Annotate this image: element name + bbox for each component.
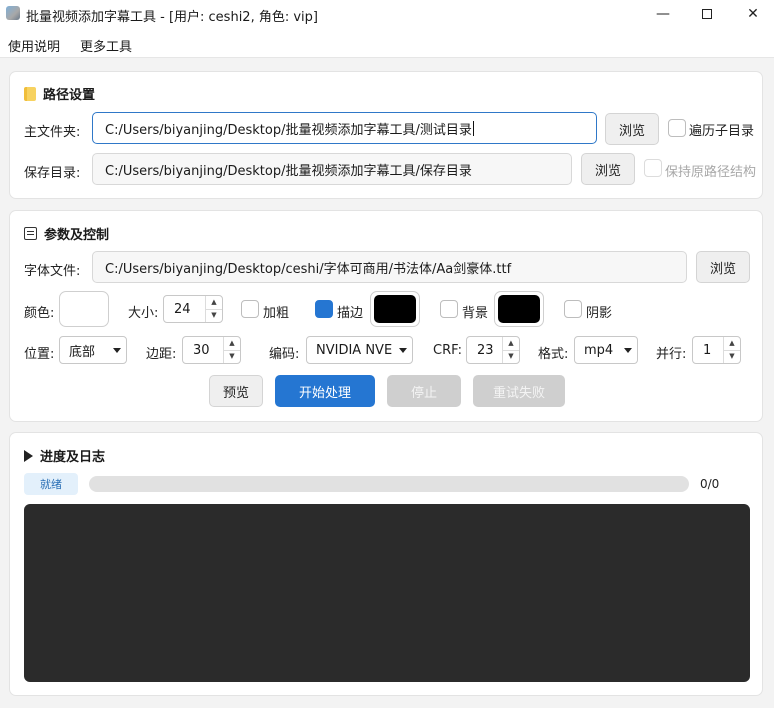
save-dir-input[interactable]: C:/Users/biyanjing/Desktop/批量视频添加字幕工具/保存… xyxy=(92,153,572,185)
save-dir-value: C:/Users/biyanjing/Desktop/批量视频添加字幕工具/保存… xyxy=(105,163,472,179)
outline-label: 描边 xyxy=(337,306,364,321)
recurse-subdirs-label: 遍历子目录 xyxy=(689,124,755,139)
main-folder-browse-button[interactable]: 浏览 xyxy=(605,113,659,145)
codec-select[interactable]: NVIDIA NVE xyxy=(306,336,413,364)
spin-up-icon[interactable]: ▲ xyxy=(206,296,222,309)
chevron-down-icon xyxy=(399,348,407,353)
text-color-swatch[interactable] xyxy=(59,291,109,327)
status-badge: 就绪 xyxy=(24,473,78,495)
start-button[interactable]: 开始处理 xyxy=(275,375,375,407)
format-label: 格式: xyxy=(538,347,569,362)
position-value: 底部 xyxy=(69,344,96,360)
background-checkbox[interactable] xyxy=(440,300,458,318)
parallel-label: 并行: xyxy=(656,347,687,362)
menu-bar: 使用说明 更多工具 xyxy=(0,28,774,58)
chevron-down-icon xyxy=(624,348,632,353)
font-browse-button[interactable]: 浏览 xyxy=(696,251,750,283)
expand-triangle-icon xyxy=(24,449,33,462)
title-bar: 批量视频添加字幕工具 - [用户: ceshi2, 角色: vip] — ✕ xyxy=(0,0,774,28)
params-title: 参数及控制 xyxy=(44,228,110,243)
maximize-icon xyxy=(702,9,712,19)
margin-value: 30 xyxy=(193,342,210,358)
text-caret xyxy=(472,120,474,136)
crf-spinbox[interactable]: 23 ▲ ▼ xyxy=(466,336,520,364)
keep-structure-checkbox[interactable] xyxy=(644,159,662,177)
parallel-value: 1 xyxy=(703,342,712,358)
bold-label: 加粗 xyxy=(263,306,290,321)
crf-label: CRF: xyxy=(433,343,462,358)
margin-spinbox[interactable]: 30 ▲ ▼ xyxy=(182,336,241,364)
progress-panel: 进度及日志 就绪 0/0 xyxy=(9,432,763,696)
stop-button[interactable]: 停止 xyxy=(387,375,461,407)
chevron-down-icon xyxy=(113,348,121,353)
crf-value: 23 xyxy=(477,342,494,358)
text-color-fill xyxy=(63,295,105,323)
main-folder-input[interactable]: C:/Users/biyanjing/Desktop/批量视频添加字幕工具/测试… xyxy=(92,112,597,144)
params-header: 参数及控制 xyxy=(24,224,109,243)
font-file-input[interactable]: C:/Users/biyanjing/Desktop/ceshi/字体可商用/书… xyxy=(92,251,687,283)
window-title: 批量视频添加字幕工具 - [用户: ceshi2, 角色: vip] xyxy=(26,10,318,25)
folder-icon xyxy=(24,86,36,101)
app-icon xyxy=(6,6,20,20)
minimize-button[interactable]: — xyxy=(640,0,686,28)
list-icon xyxy=(24,227,37,240)
spin-up-icon[interactable]: ▲ xyxy=(503,337,519,350)
position-select[interactable]: 底部 xyxy=(59,336,127,364)
close-button[interactable]: ✕ xyxy=(730,0,774,28)
outline-checkbox[interactable] xyxy=(315,300,333,318)
size-value: 24 xyxy=(174,301,191,317)
path-settings-header: 路径设置 xyxy=(24,84,95,103)
progress-title: 进度及日志 xyxy=(40,450,106,465)
shadow-checkbox[interactable] xyxy=(564,300,582,318)
path-settings-panel: 路径设置 主文件夹: C:/Users/biyanjing/Desktop/批量… xyxy=(9,71,763,199)
background-color-fill xyxy=(498,295,540,323)
progress-bar xyxy=(89,476,689,492)
spin-down-icon[interactable]: ▼ xyxy=(503,349,519,364)
progress-header[interactable]: 进度及日志 xyxy=(24,446,105,465)
size-label: 大小: xyxy=(128,306,159,321)
spin-up-icon[interactable]: ▲ xyxy=(224,337,240,350)
spin-down-icon[interactable]: ▼ xyxy=(224,349,240,364)
menu-more-tools[interactable]: 更多工具 xyxy=(80,36,132,55)
preview-button[interactable]: 预览 xyxy=(209,375,263,407)
progress-count: 0/0 xyxy=(700,477,720,491)
size-spinbox[interactable]: 24 ▲ ▼ xyxy=(163,295,223,323)
format-select[interactable]: mp4 xyxy=(574,336,638,364)
spin-down-icon[interactable]: ▼ xyxy=(206,308,222,323)
log-output[interactable] xyxy=(24,504,750,682)
main-folder-value: C:/Users/biyanjing/Desktop/批量视频添加字幕工具/测试… xyxy=(105,122,472,138)
font-file-value: C:/Users/biyanjing/Desktop/ceshi/字体可商用/书… xyxy=(105,261,512,277)
format-value: mp4 xyxy=(584,342,614,358)
recurse-subdirs-checkbox[interactable] xyxy=(668,119,686,137)
color-label: 颜色: xyxy=(24,306,55,321)
outline-color-fill xyxy=(374,295,416,323)
save-dir-browse-button[interactable]: 浏览 xyxy=(581,153,635,185)
codec-value: NVIDIA NVE xyxy=(316,342,393,358)
margin-label: 边距: xyxy=(146,347,177,362)
outline-color-swatch[interactable] xyxy=(370,291,420,327)
parallel-spinbox[interactable]: 1 ▲ ▼ xyxy=(692,336,741,364)
font-file-label: 字体文件: xyxy=(24,264,81,279)
maximize-button[interactable] xyxy=(684,0,730,28)
keep-structure-label: 保持原路径结构 xyxy=(665,165,757,180)
background-label: 背景 xyxy=(462,306,489,321)
spin-up-icon[interactable]: ▲ xyxy=(724,337,740,350)
main-folder-label: 主文件夹: xyxy=(24,125,81,140)
shadow-label: 阴影 xyxy=(586,306,613,321)
background-color-swatch[interactable] xyxy=(494,291,544,327)
menu-help[interactable]: 使用说明 xyxy=(8,36,60,55)
retry-failed-button[interactable]: 重试失败 xyxy=(473,375,565,407)
position-label: 位置: xyxy=(24,347,55,362)
spin-down-icon[interactable]: ▼ xyxy=(724,349,740,364)
codec-label: 编码: xyxy=(269,347,300,362)
path-settings-title: 路径设置 xyxy=(43,88,96,103)
bold-checkbox[interactable] xyxy=(241,300,259,318)
save-dir-label: 保存目录: xyxy=(24,166,81,181)
params-panel: 参数及控制 字体文件: C:/Users/biyanjing/Desktop/c… xyxy=(9,210,763,422)
